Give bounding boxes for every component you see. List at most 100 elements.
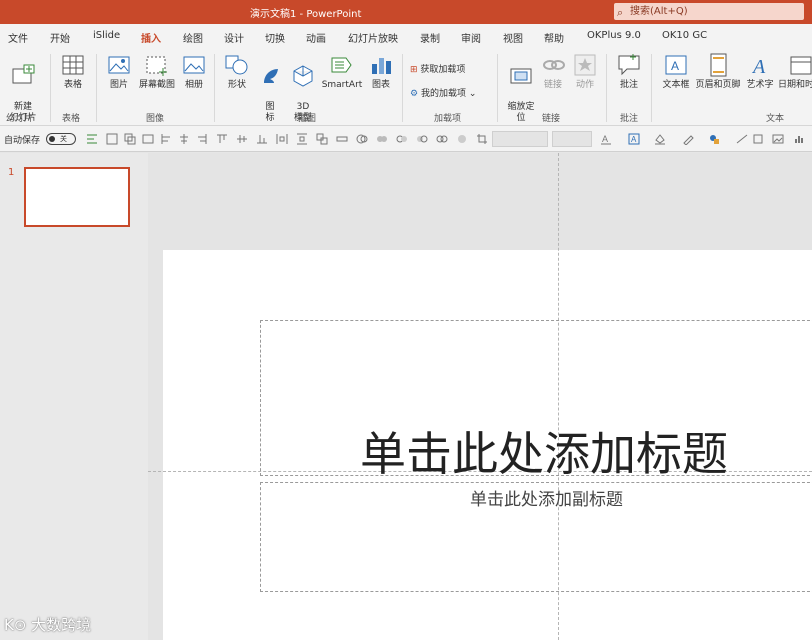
autosave-toggle[interactable]: 关 — [46, 133, 76, 145]
picture-format-icon[interactable] — [772, 133, 784, 145]
crop-icon[interactable] — [476, 133, 488, 145]
wordart-label: 艺术字 — [746, 80, 774, 90]
group-label-illustrations: 插图 — [298, 114, 317, 124]
picture-button[interactable]: 图片 — [104, 52, 134, 91]
chart-label: 图表 — [371, 80, 390, 90]
subtitle-placeholder-text[interactable]: 单击此处添加副标题 — [470, 485, 623, 510]
align-middle-icon[interactable] — [236, 133, 248, 145]
fill-color-icon[interactable] — [654, 133, 666, 145]
album-button[interactable]: 相册 — [180, 52, 208, 91]
group-label-links: 链接 — [542, 114, 561, 124]
tab-ok10gc[interactable]: OK10 GC — [662, 30, 707, 41]
tab-okplus[interactable]: OKPlus 9.0 — [587, 30, 641, 41]
svg-text:A: A — [631, 135, 637, 144]
tab-draw[interactable]: 绘图 — [183, 30, 203, 45]
chart-button[interactable]: 图表 — [368, 52, 394, 91]
comment-icon — [618, 54, 640, 76]
comment-button[interactable]: 批注 — [614, 52, 644, 91]
slide-number: 1 — [8, 167, 15, 178]
store-icon: ⊞ — [410, 65, 418, 75]
align-right-icon[interactable] — [196, 133, 208, 145]
intersect-icon[interactable] — [436, 133, 448, 145]
table-button[interactable]: 表格 — [58, 52, 88, 91]
textbox-button[interactable]: A 文本框 — [658, 52, 694, 91]
arrange-icon[interactable] — [752, 133, 764, 145]
search-box[interactable]: ⌕ 搜索(Alt+Q) — [614, 3, 804, 20]
subtract-icon[interactable] — [456, 133, 468, 145]
merge-shapes-icon[interactable] — [356, 133, 368, 145]
group-label-slides: 幻灯片 — [6, 114, 34, 124]
layout-icon[interactable] — [142, 133, 154, 145]
title-placeholder-text[interactable]: 单击此处添加标题 — [360, 418, 728, 484]
distribute-icon[interactable] — [276, 133, 288, 145]
album-label: 相册 — [184, 80, 203, 90]
align-top-icon[interactable] — [216, 133, 228, 145]
textbox-label: 文本框 — [662, 80, 690, 90]
tab-file[interactable]: 文件 — [8, 30, 28, 45]
union-icon[interactable] — [376, 133, 388, 145]
smartart-button[interactable]: SmartArt — [320, 52, 364, 91]
align-icon[interactable] — [86, 133, 98, 145]
icons-label: 图 标 — [265, 102, 275, 123]
outline-color-icon[interactable] — [682, 133, 694, 145]
screenshot-label: 屏幕截图 — [138, 80, 175, 90]
addins-icon: ⚙ — [410, 89, 419, 99]
my-addins-label: 我的加载项 — [420, 89, 466, 99]
tab-animations[interactable]: 动画 — [306, 30, 326, 45]
link-button[interactable]: 链接 — [541, 52, 565, 91]
tab-help[interactable]: 帮助 — [544, 30, 564, 45]
smartart-label: SmartArt — [321, 80, 363, 90]
get-addins-button[interactable]: ⊞ 获取加载项 — [410, 62, 465, 75]
my-addins-button[interactable]: ⚙ 我的加载项 ⌄ — [410, 86, 476, 99]
search-icon: ⌕ — [617, 6, 624, 19]
line-style-icon[interactable] — [736, 133, 748, 145]
copy-icon[interactable] — [124, 133, 136, 145]
zoom-label: 缩放定 位 — [507, 102, 535, 123]
align-center-icon[interactable] — [178, 133, 190, 145]
wordart-button[interactable]: A 艺术字 — [744, 52, 776, 91]
font-color-icon[interactable]: A — [600, 133, 612, 145]
zoom-button[interactable]: 缩放定 位 — [503, 52, 539, 124]
align-bottom-icon[interactable] — [256, 133, 268, 145]
icons-button[interactable]: 图 标 — [258, 52, 282, 124]
tab-review[interactable]: 审阅 — [461, 30, 481, 45]
action-label: 动作 — [575, 80, 594, 90]
picture-icon — [108, 56, 130, 74]
comment-label: 批注 — [619, 80, 638, 90]
svg-text:A: A — [751, 56, 766, 78]
shape-effects-icon[interactable] — [708, 133, 720, 145]
zoom-icon — [510, 68, 532, 84]
distribute-v-icon[interactable] — [296, 133, 308, 145]
chart-format-icon[interactable] — [794, 133, 806, 145]
shapes-button[interactable]: 形状 — [222, 52, 252, 91]
tab-view[interactable]: 视图 — [503, 30, 523, 45]
tab-design[interactable]: 设计 — [224, 30, 244, 45]
datetime-label: 日期和时 — [778, 80, 812, 90]
fragment-icon[interactable] — [416, 133, 428, 145]
group-icon[interactable] — [316, 133, 328, 145]
header-footer-button[interactable]: 页眉和页脚 — [694, 52, 742, 91]
tab-record[interactable]: 录制 — [420, 30, 440, 45]
shapes-label: 形状 — [227, 80, 246, 90]
font-combo[interactable] — [492, 131, 548, 147]
select-icon[interactable] — [106, 133, 118, 145]
align-left-icon[interactable] — [160, 133, 172, 145]
combine-icon[interactable] — [396, 133, 408, 145]
screenshot-button[interactable]: 屏幕截图 — [136, 52, 178, 91]
tab-islide[interactable]: iSlide — [93, 30, 120, 41]
action-button[interactable]: 动作 — [572, 52, 598, 91]
star-icon — [574, 54, 596, 76]
tab-home[interactable]: 开始 — [50, 30, 70, 45]
wordart-icon: A — [751, 56, 766, 78]
smartart-icon — [331, 57, 352, 73]
datetime-button[interactable]: 日期和时 — [778, 52, 812, 91]
ungroup-icon[interactable] — [336, 133, 348, 145]
link-icon — [543, 60, 565, 70]
font-size-combo[interactable] — [552, 131, 592, 147]
text-box-icon[interactable]: A — [628, 133, 640, 145]
tab-insert[interactable]: 插入 — [141, 30, 161, 50]
tab-transitions[interactable]: 切换 — [265, 30, 285, 45]
ribbon-separator — [651, 54, 652, 122]
slide-thumbnail[interactable] — [24, 167, 130, 227]
tab-slideshow[interactable]: 幻灯片放映 — [348, 30, 398, 45]
